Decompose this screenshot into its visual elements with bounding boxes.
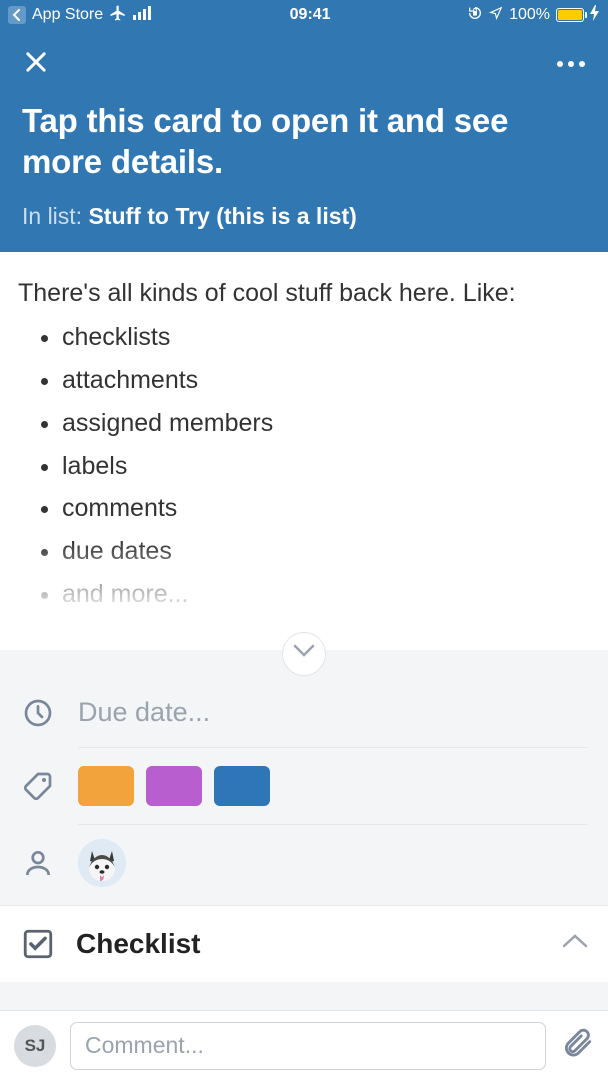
person-icon bbox=[20, 845, 56, 881]
back-to-app-label[interactable]: App Store bbox=[32, 6, 103, 24]
labels-row[interactable] bbox=[0, 748, 608, 825]
card-list-location[interactable]: In list: Stuff to Try (this is a list) bbox=[22, 203, 586, 230]
label-chip-blue[interactable] bbox=[214, 766, 270, 806]
label-chip-orange[interactable] bbox=[78, 766, 134, 806]
tag-icon bbox=[20, 768, 56, 804]
husky-avatar-icon bbox=[78, 839, 126, 887]
list-item: comments bbox=[62, 487, 590, 530]
expand-description-button[interactable] bbox=[282, 632, 326, 676]
due-date-row[interactable]: Due date... bbox=[0, 678, 608, 748]
card-header: Tap this card to open it and see more de… bbox=[0, 30, 608, 252]
checklist-title: Checklist bbox=[76, 928, 542, 960]
checkbox-icon bbox=[20, 926, 56, 962]
status-right: 100% bbox=[467, 5, 600, 26]
description-list: checklists attachments assigned members … bbox=[18, 316, 590, 615]
in-list-name: Stuff to Try (this is a list) bbox=[88, 203, 356, 229]
expand-description-container bbox=[0, 632, 608, 668]
battery-icon bbox=[556, 8, 584, 22]
list-item: due dates bbox=[62, 530, 590, 573]
location-icon bbox=[489, 6, 503, 25]
list-item: checklists bbox=[62, 316, 590, 359]
status-time: 09:41 bbox=[290, 6, 331, 24]
member-avatar[interactable] bbox=[78, 839, 126, 887]
status-left: App Store bbox=[8, 4, 153, 27]
current-user-avatar[interactable]: SJ bbox=[14, 1025, 56, 1067]
card-title[interactable]: Tap this card to open it and see more de… bbox=[22, 100, 586, 183]
list-item: labels bbox=[62, 445, 590, 488]
attachment-icon[interactable] bbox=[560, 1026, 594, 1065]
airplane-mode-icon bbox=[109, 4, 127, 27]
card-fields: Due date... bbox=[0, 678, 608, 901]
signal-icon bbox=[133, 6, 153, 25]
chevron-up-icon[interactable] bbox=[562, 933, 588, 954]
list-item: attachments bbox=[62, 359, 590, 402]
card-description[interactable]: There's all kinds of cool stuff back her… bbox=[0, 252, 608, 650]
due-date-placeholder: Due date... bbox=[78, 697, 210, 728]
status-bar: App Store 09:41 100% bbox=[0, 0, 608, 30]
close-icon[interactable] bbox=[22, 48, 50, 81]
in-list-label: In list: bbox=[22, 203, 88, 229]
comment-input[interactable] bbox=[70, 1022, 546, 1070]
more-options-icon[interactable] bbox=[556, 55, 586, 73]
checklist-section-header[interactable]: Checklist bbox=[0, 905, 608, 982]
description-intro: There's all kinds of cool stuff back her… bbox=[18, 274, 590, 313]
label-chip-purple[interactable] bbox=[146, 766, 202, 806]
charging-icon bbox=[590, 5, 600, 26]
members-row[interactable] bbox=[0, 825, 608, 901]
labels-container bbox=[78, 748, 270, 824]
battery-percent: 100% bbox=[509, 6, 550, 24]
list-item: assigned members bbox=[62, 402, 590, 445]
chevron-down-icon bbox=[293, 644, 315, 663]
back-to-app-chevron-icon[interactable] bbox=[8, 6, 26, 24]
comment-bar: SJ bbox=[0, 1010, 608, 1080]
clock-icon bbox=[20, 695, 56, 731]
orientation-lock-icon bbox=[467, 5, 483, 26]
list-item: and more... bbox=[62, 573, 590, 616]
